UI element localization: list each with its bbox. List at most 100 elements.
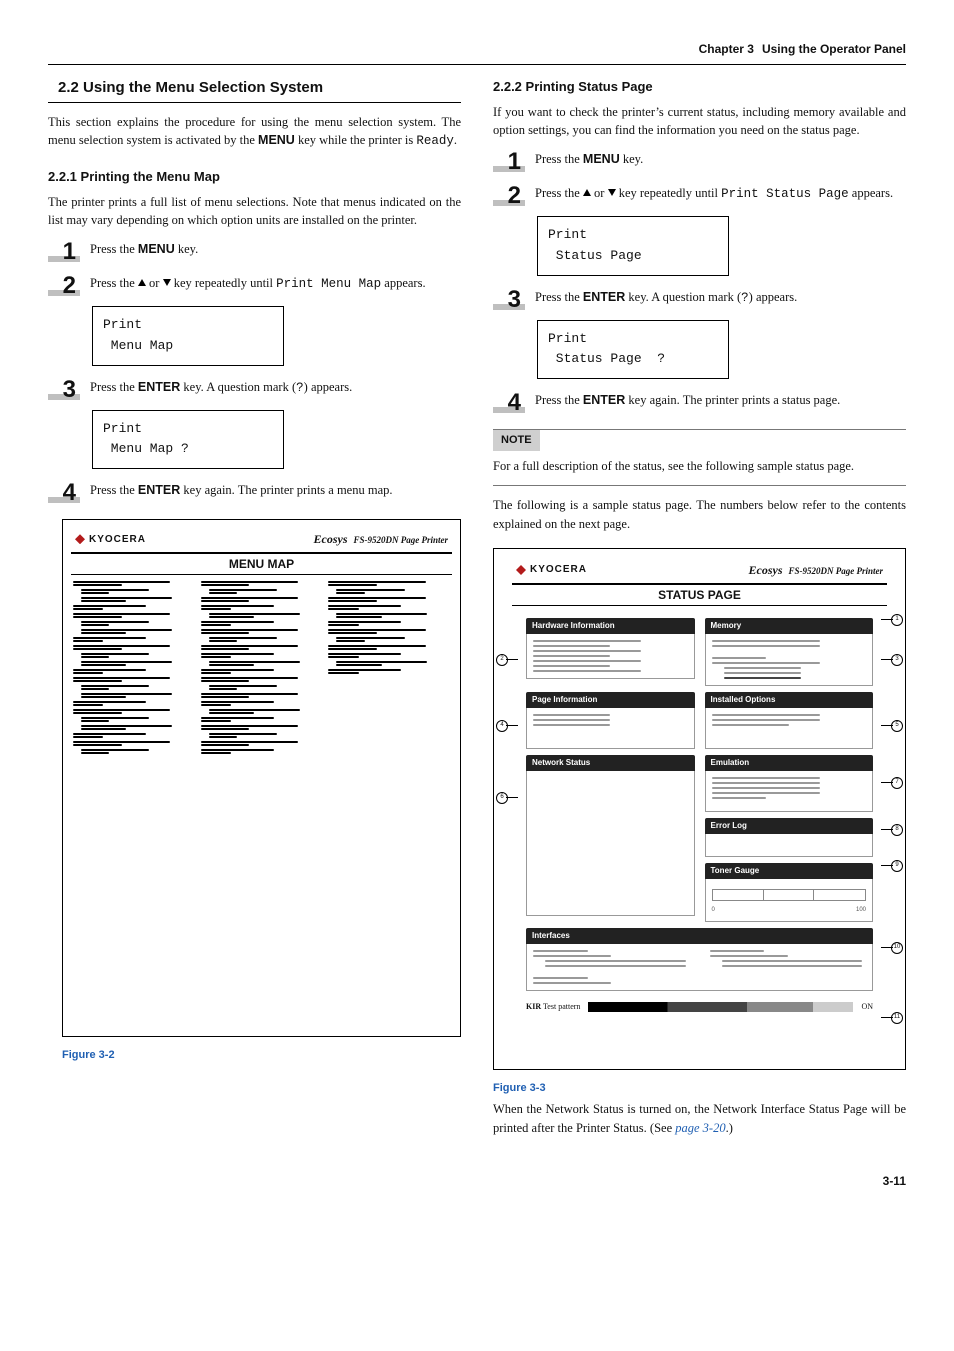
step-body: Press the or key repeatedly until Print … bbox=[535, 184, 906, 204]
keycap: MENU bbox=[583, 152, 620, 166]
callout-4: 4 bbox=[496, 720, 508, 732]
text: appears. bbox=[849, 186, 893, 200]
page-number: 3-11 bbox=[48, 1172, 906, 1190]
callout-10: 10 bbox=[891, 942, 903, 954]
text: appears. bbox=[381, 276, 425, 290]
page-reference-link[interactable]: page 3-20 bbox=[675, 1121, 725, 1135]
text: key while the printer is bbox=[295, 133, 417, 147]
doc-title: STATUS PAGE bbox=[512, 583, 887, 606]
text: key again. The printer prints a status p… bbox=[625, 393, 840, 407]
lcd-line: Print bbox=[548, 225, 718, 246]
text: key again. The printer prints a menu map… bbox=[180, 483, 392, 497]
toner-gauge-bar bbox=[712, 889, 867, 901]
panel-title: Hardware Information bbox=[526, 618, 695, 634]
step-3: 3 Press the ENTER key. A question mark (… bbox=[493, 288, 906, 312]
text: Press the bbox=[535, 186, 583, 200]
mono-text: ? bbox=[741, 291, 749, 305]
panel-title: Emulation bbox=[705, 755, 874, 771]
doc-title: MENU MAP bbox=[71, 552, 452, 575]
note-rule-top bbox=[493, 429, 906, 430]
brand-mark-icon bbox=[75, 534, 85, 544]
subheading-status-page: 2.2.2 Printing Status Page bbox=[493, 77, 906, 97]
text: .) bbox=[726, 1121, 733, 1135]
status-panels: Hardware Information Memory bbox=[526, 618, 873, 991]
callout-9: 9 bbox=[891, 860, 903, 872]
keycap: ENTER bbox=[583, 393, 625, 407]
text: Press the bbox=[90, 242, 138, 256]
left-column: 2.2 Using the Menu Selection System This… bbox=[48, 77, 461, 1148]
model-label: FS-9520DN Page Printer bbox=[789, 565, 884, 579]
step-2: 2 Press the or key repeatedly until Prin… bbox=[48, 274, 461, 298]
step-body: Press the ENTER key again. The printer p… bbox=[90, 481, 461, 500]
menu-map-preview bbox=[71, 581, 452, 754]
text: Press the bbox=[535, 393, 583, 407]
up-triangle-icon bbox=[138, 279, 146, 286]
section-heading: 2.2 Using the Menu Selection System bbox=[48, 77, 461, 103]
panel-title: Installed Options bbox=[705, 692, 874, 708]
ecosys-logo: Ecosys bbox=[749, 561, 783, 579]
kir-value: ON bbox=[861, 1001, 873, 1013]
lcd-line: Status Page ? bbox=[548, 349, 718, 370]
callout-8: 8 bbox=[891, 824, 903, 836]
gauge-min: 0 bbox=[712, 906, 715, 915]
panel-page-information: Page Information bbox=[526, 692, 695, 749]
step-body: Press the MENU key. bbox=[535, 150, 906, 169]
text: or bbox=[146, 276, 163, 290]
step-number: 3 bbox=[48, 378, 78, 402]
panel-title: Toner Gauge bbox=[705, 863, 874, 879]
text: key repeatedly until bbox=[171, 276, 277, 290]
brand-name: KYOCERA bbox=[530, 562, 587, 577]
mono-text: Print Menu Map bbox=[276, 277, 381, 291]
figure-status-page: KYOCERA Ecosys FS-9520DN Page Printer ST… bbox=[493, 548, 906, 1138]
down-triangle-icon bbox=[608, 189, 616, 196]
panel-emulation: Emulation bbox=[705, 755, 874, 812]
panel-installed-options: Installed Options bbox=[705, 692, 874, 749]
panel-interfaces: Interfaces bbox=[526, 928, 873, 991]
panel-hardware-information: Hardware Information bbox=[526, 618, 695, 686]
panel-title: Page Information bbox=[526, 692, 695, 708]
keycap: MENU bbox=[138, 242, 175, 256]
text: Press the bbox=[90, 483, 138, 497]
kir-test-row: KIR Test pattern ON bbox=[526, 1001, 873, 1013]
step-4: 4 Press the ENTER key again. The printer… bbox=[48, 481, 461, 505]
lcd-line: Menu Map bbox=[103, 336, 273, 357]
lcd-display: Print Menu Map ? bbox=[92, 410, 284, 470]
section-title: Using the Menu Selection System bbox=[83, 79, 323, 96]
figure-caption-body: When the Network Status is turned on, th… bbox=[493, 1100, 906, 1138]
callout-2: 2 bbox=[496, 654, 508, 666]
step-number: 1 bbox=[48, 240, 78, 264]
status-page-intro: If you want to check the printer’s curre… bbox=[493, 103, 906, 141]
step-number: 4 bbox=[493, 391, 523, 415]
keycap: ENTER bbox=[138, 380, 180, 394]
step-1: 1 Press the MENU key. bbox=[493, 150, 906, 174]
panel-title: Interfaces bbox=[526, 928, 873, 944]
callout-7: 7 bbox=[891, 777, 903, 789]
callout-5: 5 bbox=[891, 720, 903, 732]
section-number: 2.2 bbox=[58, 79, 79, 96]
step-3: 3 Press the ENTER key. A question mark (… bbox=[48, 378, 461, 402]
right-column: 2.2.2 Printing Status Page If you want t… bbox=[493, 77, 906, 1148]
two-column-layout: 2.2 Using the Menu Selection System This… bbox=[48, 77, 906, 1148]
callout-1: 1 bbox=[891, 614, 903, 626]
running-header: Chapter 3 Using the Operator Panel bbox=[48, 40, 906, 65]
panel-title: Memory bbox=[705, 618, 874, 634]
text: ) appears. bbox=[304, 380, 353, 394]
lcd-display: Print Status Page bbox=[537, 216, 729, 276]
text: key repeatedly until bbox=[616, 186, 722, 200]
callout-6: 6 bbox=[496, 792, 508, 804]
text: ) appears. bbox=[749, 290, 798, 304]
kir-strip bbox=[588, 1002, 853, 1012]
keycap: ENTER bbox=[138, 483, 180, 497]
figure-menu-map: KYOCERA Ecosys FS-9520DN Page Printer ME… bbox=[62, 519, 461, 1064]
step-body: Press the or key repeatedly until Print … bbox=[90, 274, 461, 294]
lcd-line: Print bbox=[103, 315, 273, 336]
gauge-max: 100 bbox=[856, 906, 866, 915]
figure-caption: Figure 3-2 bbox=[62, 1047, 461, 1064]
lcd-line: Print bbox=[548, 329, 718, 350]
brand-mark-icon bbox=[516, 565, 526, 575]
callout-11: 11 bbox=[891, 1012, 903, 1024]
step-number: 2 bbox=[493, 184, 523, 208]
section-intro: This section explains the procedure for … bbox=[48, 113, 461, 152]
lcd-line: Status Page bbox=[548, 246, 718, 267]
down-triangle-icon bbox=[163, 279, 171, 286]
